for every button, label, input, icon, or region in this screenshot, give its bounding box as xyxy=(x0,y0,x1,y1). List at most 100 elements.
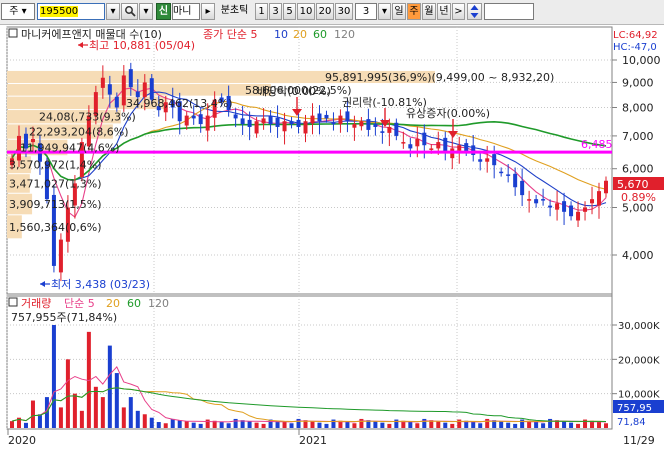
volume-bar xyxy=(23,422,28,428)
volume-bar xyxy=(604,423,608,428)
unit-year-button[interactable]: 년 xyxy=(437,3,451,20)
count-select[interactable]: 3 xyxy=(355,3,377,20)
volume-bar xyxy=(282,422,287,428)
volume-bar xyxy=(247,421,252,428)
candle-body xyxy=(499,171,504,174)
volume-bar xyxy=(541,423,546,428)
volume-bar xyxy=(72,393,77,428)
volume-profile-label: 1,560,364(0,6%) xyxy=(9,221,102,234)
candle-body xyxy=(310,115,315,124)
volume-ma-60: 60 xyxy=(127,297,141,310)
zoom-toggle-button[interactable] xyxy=(467,3,482,20)
volume-bar xyxy=(534,422,539,428)
extra-input[interactable] xyxy=(484,3,534,20)
volume-bar xyxy=(317,422,322,428)
unit-week-button[interactable]: 주 xyxy=(407,3,421,20)
price-tick-label: 9,000 xyxy=(622,76,654,89)
chart-toolbar: 주 ▾ 195500 ▾ ▾ 신 마니 ▸ 분초틱 1 3 5 10 20 30… xyxy=(0,0,664,25)
volume-bar xyxy=(226,423,231,428)
volume-bar xyxy=(205,419,210,428)
chevron-down-icon: ▾ xyxy=(21,6,27,17)
candle-body xyxy=(58,239,63,273)
volume-bar xyxy=(331,419,336,428)
candle-body xyxy=(324,114,329,119)
chevron-down-icon: ▾ xyxy=(110,6,116,17)
ma-legend-10: 10 xyxy=(274,28,288,41)
candle-body xyxy=(520,180,525,196)
volume-bar xyxy=(170,418,175,428)
candle-body xyxy=(562,201,567,212)
chart-type-select[interactable]: 주 ▾ xyxy=(1,3,35,20)
volume-bar xyxy=(79,410,84,428)
candle-body xyxy=(569,205,574,217)
volume-bar xyxy=(163,423,168,428)
volume-bar xyxy=(583,419,588,428)
lc-label: LC:64,92 xyxy=(613,30,658,41)
volume-bar xyxy=(58,407,63,428)
chevron-down-icon: ▾ xyxy=(381,6,388,17)
volume-current-label: 757,95 xyxy=(617,403,652,414)
minute-tick-label[interactable]: 분초틱 xyxy=(216,3,253,20)
volume-bar xyxy=(324,423,329,428)
candle-body xyxy=(513,173,518,188)
volume-bar xyxy=(471,422,476,428)
period-button-1[interactable]: 1 xyxy=(255,3,268,20)
price-tick-label: 7,000 xyxy=(622,130,654,143)
volume-bar xyxy=(121,407,126,428)
stock-code-input[interactable]: 195500 xyxy=(37,3,105,20)
volume-bar xyxy=(450,423,455,428)
volume-bar xyxy=(380,422,385,428)
chevron-right-icon: ▸ xyxy=(205,6,211,17)
period-button-30[interactable]: 30 xyxy=(335,3,353,20)
code-dropdown-button[interactable]: ▾ xyxy=(106,3,120,20)
search-button[interactable] xyxy=(121,3,138,20)
volume-bar xyxy=(436,421,441,428)
name-menu-button[interactable]: ▸ xyxy=(201,3,215,20)
volume-bar xyxy=(548,418,553,428)
new-listing-badge[interactable]: 신 xyxy=(156,3,171,20)
stock-code-text: 195500 xyxy=(40,6,79,17)
candle-body xyxy=(576,211,581,221)
period-button-10[interactable]: 10 xyxy=(297,3,315,20)
volume-bar xyxy=(506,422,511,428)
price-tick-label: 8,000 xyxy=(622,101,654,114)
candle-body xyxy=(205,115,210,131)
count-dropdown-button[interactable]: ▾ xyxy=(378,3,391,20)
candle-body xyxy=(590,199,595,204)
x-label-2021: 2021 xyxy=(299,434,327,447)
candle-body xyxy=(303,121,308,134)
volume-bar xyxy=(562,421,567,428)
candle-body xyxy=(380,131,385,133)
next-period-button[interactable]: > xyxy=(452,3,465,20)
volume-legend-checkbox[interactable] xyxy=(8,297,18,307)
volume-bar xyxy=(65,359,70,428)
unit-day-button[interactable]: 일 xyxy=(392,3,406,20)
ma-legend-60: 60 xyxy=(313,28,327,41)
legend-checkbox[interactable] xyxy=(8,28,18,38)
period-button-5[interactable]: 5 xyxy=(283,3,296,20)
candle-body xyxy=(464,143,469,152)
volume-bar xyxy=(233,418,238,428)
period-button-3[interactable]: 3 xyxy=(269,3,282,20)
volume-bar xyxy=(135,410,140,428)
volume-bar xyxy=(37,414,42,428)
x-last-date: 11/29 xyxy=(623,434,655,447)
candle-body xyxy=(541,199,546,201)
volume-bar xyxy=(296,418,301,428)
volume-bar xyxy=(394,419,399,428)
candle-body xyxy=(408,144,413,149)
volume-legend-title: 거래량 xyxy=(21,297,51,310)
current-price-label: 5,670 xyxy=(617,178,649,191)
candle-body xyxy=(142,82,147,98)
period-button-20[interactable]: 20 xyxy=(316,3,334,20)
price-tick-label: 10,000 xyxy=(622,54,661,67)
options-dropdown-button[interactable]: ▾ xyxy=(139,3,153,20)
candle-body xyxy=(429,148,434,150)
volume-ma-120: 120 xyxy=(148,297,169,310)
candle-body xyxy=(366,119,371,130)
unit-month-button[interactable]: 월 xyxy=(422,3,436,20)
volume-bar xyxy=(149,417,154,428)
candle-body xyxy=(373,123,378,127)
candle-body xyxy=(555,203,560,210)
volume-bar xyxy=(289,423,294,428)
